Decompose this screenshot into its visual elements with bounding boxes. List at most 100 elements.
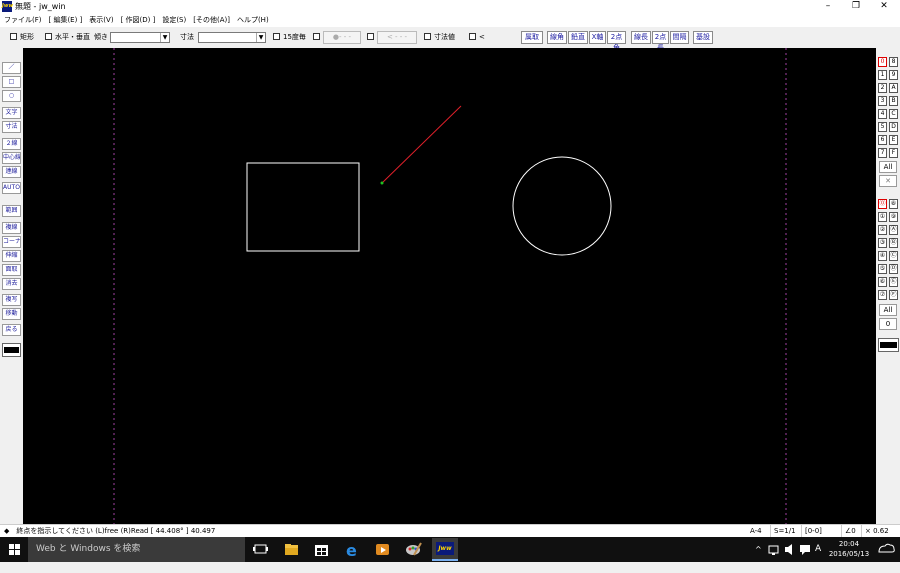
rect-checkbox[interactable]: 矩形 bbox=[10, 28, 34, 47]
layer-9-button[interactable]: ⑨ bbox=[889, 212, 898, 222]
dimval-checkbox[interactable]: 寸法値 bbox=[424, 28, 455, 47]
layer-group-e-button[interactable]: E bbox=[889, 135, 898, 145]
layer-group-c-button[interactable]: C bbox=[889, 109, 898, 119]
copy-tool-button[interactable]: 複写 bbox=[2, 294, 21, 306]
task-view-icon[interactable] bbox=[251, 540, 270, 559]
dim-combo[interactable]: ▼ bbox=[198, 32, 266, 43]
erase-tool-button[interactable]: 消去 bbox=[2, 278, 21, 290]
move-tool-button[interactable]: 移動 bbox=[2, 308, 21, 320]
layer-d-button[interactable]: Ⓓ bbox=[889, 264, 898, 274]
line-tool-button[interactable]: ／ bbox=[2, 62, 21, 74]
layer-group-a-button[interactable]: A bbox=[889, 83, 898, 93]
circle-tool-button[interactable]: ○ bbox=[2, 90, 21, 102]
layer-2-button[interactable]: ② bbox=[878, 225, 887, 235]
text-tool-button[interactable]: 文字 bbox=[2, 107, 21, 119]
layer-group-b-button[interactable]: B bbox=[889, 96, 898, 106]
layer-6-button[interactable]: ⑥ bbox=[878, 277, 887, 287]
start-button[interactable] bbox=[0, 537, 28, 562]
layer-group-4-button[interactable]: 4 bbox=[878, 109, 887, 119]
x-axis-button[interactable]: X軸 bbox=[589, 31, 606, 44]
layer-group-0-button[interactable]: 0 bbox=[878, 57, 887, 67]
layer-group-7-button[interactable]: 7 bbox=[878, 148, 887, 158]
center-line-tool-button[interactable]: 中心線 bbox=[2, 152, 21, 164]
close-button[interactable]: ✕ bbox=[870, 0, 898, 14]
jww-app-taskbar-icon[interactable]: Jww bbox=[432, 538, 458, 561]
layer-group-f-button[interactable]: F bbox=[889, 148, 898, 158]
base-set-button[interactable]: 基設 bbox=[693, 31, 713, 44]
drawing-canvas[interactable] bbox=[23, 48, 876, 524]
layer-4-button[interactable]: ④ bbox=[878, 251, 887, 261]
scale-indicator[interactable]: S=1/1 bbox=[770, 525, 796, 537]
layer-b-button[interactable]: Ⓑ bbox=[889, 238, 898, 248]
action-center-icon[interactable] bbox=[799, 537, 811, 573]
edge-browser-icon[interactable]: e bbox=[343, 540, 362, 560]
deg15-checkbox[interactable]: 15度毎 bbox=[273, 28, 306, 47]
vertical-button[interactable]: 鉛直 bbox=[568, 31, 588, 44]
grey1-checkbox[interactable] bbox=[313, 28, 323, 47]
attr-pick-button[interactable]: 属取 bbox=[521, 31, 543, 44]
line-style-swatch[interactable] bbox=[2, 343, 21, 357]
menu-edit[interactable]: [ 編集(E) ] bbox=[49, 14, 83, 27]
volume-icon[interactable] bbox=[783, 537, 797, 573]
layer-group-8-button[interactable]: 8 bbox=[889, 57, 898, 67]
slope-combo[interactable]: ▼ bbox=[110, 32, 170, 43]
corner-tool-button[interactable]: コーナー bbox=[2, 236, 21, 248]
clock-time[interactable]: 20:04 bbox=[826, 540, 872, 548]
layer-group-1-button[interactable]: 1 bbox=[878, 70, 887, 80]
layer-7-button[interactable]: ⑦ bbox=[878, 290, 887, 300]
menu-other[interactable]: [その他(A)] bbox=[193, 14, 230, 27]
rect-tool-button[interactable]: □ bbox=[2, 76, 21, 88]
dimension-tool-button[interactable]: 寸法 bbox=[2, 121, 21, 133]
layer-5-button[interactable]: ⑤ bbox=[878, 264, 887, 274]
layer-indicator[interactable]: [0-0] bbox=[801, 525, 822, 537]
layer-0-button[interactable]: ⓪ bbox=[878, 199, 887, 209]
layer-f-button[interactable]: Ⓕ bbox=[889, 290, 898, 300]
network-icon[interactable] bbox=[767, 537, 781, 573]
line-weight-swatch[interactable] bbox=[878, 338, 899, 352]
chevron-up-icon[interactable]: ^ bbox=[755, 537, 762, 562]
drawn-rectangle[interactable] bbox=[246, 162, 360, 252]
layer-group-9-button[interactable]: 9 bbox=[889, 70, 898, 80]
clock-date[interactable]: 2016/05/13 bbox=[826, 550, 872, 558]
offset-tool-button[interactable]: 複線 bbox=[2, 222, 21, 234]
layer-8-button[interactable]: ⑧ bbox=[889, 199, 898, 209]
layer-group-all-button[interactable]: All bbox=[879, 161, 897, 173]
search-box[interactable]: Web と Windows を検索 bbox=[28, 537, 245, 562]
media-player-icon[interactable] bbox=[373, 540, 392, 559]
hv-checkbox[interactable]: 水平・垂直 bbox=[45, 28, 90, 47]
lt-checkbox[interactable]: < bbox=[469, 28, 485, 47]
menu-help[interactable]: ヘルプ(H) bbox=[237, 14, 269, 27]
maximize-button[interactable]: ❐ bbox=[842, 0, 870, 14]
menu-view[interactable]: 表示(V) bbox=[89, 14, 113, 27]
two-point-angle-button[interactable]: 2点角 bbox=[607, 31, 626, 52]
menu-draw[interactable]: [ 作図(D) ] bbox=[121, 14, 156, 27]
angle-indicator[interactable]: ∠0 bbox=[841, 525, 856, 537]
double-line-tool-button[interactable]: ２線 bbox=[2, 138, 21, 150]
stretch-tool-button[interactable]: 伸縮 bbox=[2, 250, 21, 262]
chamfer-tool-button[interactable]: 面取 bbox=[2, 264, 21, 276]
line-angle-button[interactable]: 線角 bbox=[547, 31, 567, 44]
layer-3-button[interactable]: ③ bbox=[878, 238, 887, 248]
close-icon[interactable]: ✕ bbox=[879, 175, 897, 187]
layer-c-button[interactable]: Ⓒ bbox=[889, 251, 898, 261]
paper-size-indicator[interactable]: A-4 bbox=[750, 525, 762, 537]
notification-icon[interactable] bbox=[875, 537, 897, 573]
layer-group-2-button[interactable]: 2 bbox=[878, 83, 887, 93]
layer-a-button[interactable]: Ⓐ bbox=[889, 225, 898, 235]
connect-tool-button[interactable]: 連線 bbox=[2, 166, 21, 178]
two-point-length-button[interactable]: 2点長 bbox=[652, 31, 669, 52]
undo-tool-button[interactable]: 戻る bbox=[2, 324, 21, 336]
layer-1-button[interactable]: ① bbox=[878, 212, 887, 222]
menu-file[interactable]: ファイル(F) bbox=[4, 14, 42, 27]
layer-group-3-button[interactable]: 3 bbox=[878, 96, 887, 106]
drawn-circle[interactable] bbox=[512, 156, 612, 256]
zoom-indicator[interactable]: × 0.62 bbox=[861, 525, 889, 537]
layer-group-5-button[interactable]: 5 bbox=[878, 122, 887, 132]
file-explorer-icon[interactable] bbox=[282, 540, 301, 559]
grey2-checkbox[interactable] bbox=[367, 28, 377, 47]
layer-group-d-button[interactable]: D bbox=[889, 122, 898, 132]
minimize-button[interactable]: – bbox=[814, 0, 842, 14]
paint-app-icon[interactable] bbox=[404, 540, 423, 559]
layer-group-6-button[interactable]: 6 bbox=[878, 135, 887, 145]
ime-indicator[interactable]: A bbox=[815, 537, 821, 562]
